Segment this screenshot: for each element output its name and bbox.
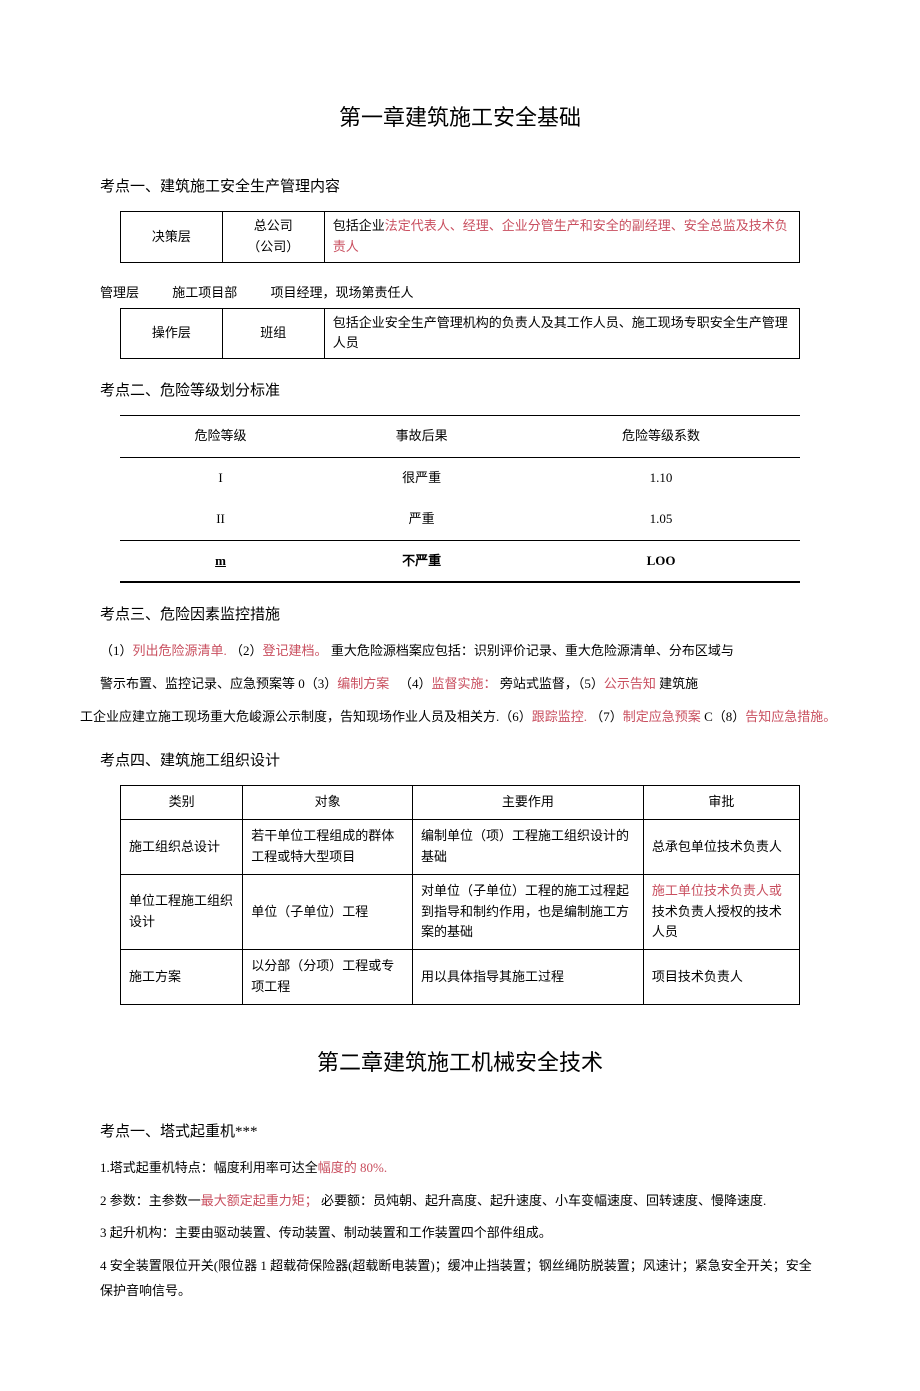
cell-desc: 包括企业安全生产管理机构的负责人及其工作人员、施工现场专职安全生产管理人员 xyxy=(324,308,799,359)
cell-org: 班组 xyxy=(222,308,324,359)
table-row: 施工组织总设计 若干单位工程组成的群体工程或特大型项目 编制单位（项）工程施工组… xyxy=(121,820,800,875)
table-row: m 不严重 LOO xyxy=(120,540,800,582)
section-3-heading: 考点三、危险因素监控措施 xyxy=(100,603,860,627)
table-row: 施工方案 以分部（分项）工程或专项工程 用以具体指导其施工过程 项目技术负责人 xyxy=(121,950,800,1005)
table-row: 单位工程施工组织设计 单位（子单位）工程 对单位（子单位）工程的施工过程起到指导… xyxy=(121,874,800,949)
ch2-p2: 2 参数：主参数一最大额定起重力矩； 必要额：员炖朝、起升高度、起升速度、小车变… xyxy=(100,1189,820,1214)
cell-layer: 决策层 xyxy=(121,212,223,263)
section-3-para-3: 工企业应建立施工现场重大危峻源公示制度，告知现场作业人员及相关方.（6）跟踪监控… xyxy=(80,705,840,730)
th-coef: 危险等级系数 xyxy=(522,416,800,458)
th-type: 类别 xyxy=(121,786,243,820)
mid-row-text: 管理层 施工项目部 项目经理，现场第责任人 xyxy=(100,283,860,304)
cell-approve: 施工单位技术负责人或技术负责人授权的技术人员 xyxy=(643,874,799,949)
ch2-p4: 4 安全装置限位开关(限位器 1 超载荷保险器(超载断电装置)；缓冲止挡装置；钢… xyxy=(100,1254,820,1303)
th-level: 危险等级 xyxy=(120,416,321,458)
table-management-layers-top: 决策层 总公司 （公司） 包括企业法定代表人、经理、企业分管生产和安全的副经理、… xyxy=(120,211,800,263)
table-row: I 很严重 1.10 xyxy=(120,457,800,498)
table-row: 操作层 班组 包括企业安全生产管理机构的负责人及其工作人员、施工现场专职安全生产… xyxy=(121,308,800,359)
table-risk-levels: 危险等级 事故后果 危险等级系数 I 很严重 1.10 II 严重 1.05 m… xyxy=(120,415,800,583)
th-approve: 审批 xyxy=(643,786,799,820)
table-header-row: 类别 对象 主要作用 审批 xyxy=(121,786,800,820)
ch2-p1: 1.塔式起重机特点：幅度利用率可达全幅度的 80%. xyxy=(100,1156,820,1181)
table-org-design: 类别 对象 主要作用 审批 施工组织总设计 若干单位工程组成的群体工程或特大型项… xyxy=(120,785,800,1004)
cell-org: 总公司 （公司） xyxy=(222,212,324,263)
section-4-heading: 考点四、建筑施工组织设计 xyxy=(100,749,860,773)
ch2-section-1-heading: 考点一、塔式起重机*** xyxy=(100,1120,860,1144)
chapter-1-title: 第一章建筑施工安全基础 xyxy=(60,100,860,135)
chapter-2-title: 第二章建筑施工机械安全技术 xyxy=(60,1045,860,1080)
th-object: 对象 xyxy=(243,786,413,820)
cell-layer: 操作层 xyxy=(121,308,223,359)
table-header-row: 危险等级 事故后果 危险等级系数 xyxy=(120,416,800,458)
table-row: 决策层 总公司 （公司） 包括企业法定代表人、经理、企业分管生产和安全的副经理、… xyxy=(121,212,800,263)
section-3-para-2: 警示布置、监控记录、应急预案等 0（3）编制方案 （4）监督实施： 旁站式监督，… xyxy=(100,672,820,697)
table-management-layers-bottom: 操作层 班组 包括企业安全生产管理机构的负责人及其工作人员、施工现场专职安全生产… xyxy=(120,308,800,360)
th-role: 主要作用 xyxy=(412,786,643,820)
th-result: 事故后果 xyxy=(321,416,522,458)
cell-desc: 包括企业法定代表人、经理、企业分管生产和安全的副经理、安全总监及技术负责人 xyxy=(324,212,799,263)
ch2-p3: 3 起升机构：主要由驱动装置、传动装置、制动装置和工作装置四个部件组成。 xyxy=(100,1221,820,1246)
section-1-heading: 考点一、建筑施工安全生产管理内容 xyxy=(100,175,860,199)
section-3-para-1: （1）列出危险源清单. （2）登记建档。 重大危险源档案应包括：识别评价记录、重… xyxy=(100,639,820,664)
section-2-heading: 考点二、危险等级划分标准 xyxy=(100,379,860,403)
table-row: II 严重 1.05 xyxy=(120,499,800,540)
